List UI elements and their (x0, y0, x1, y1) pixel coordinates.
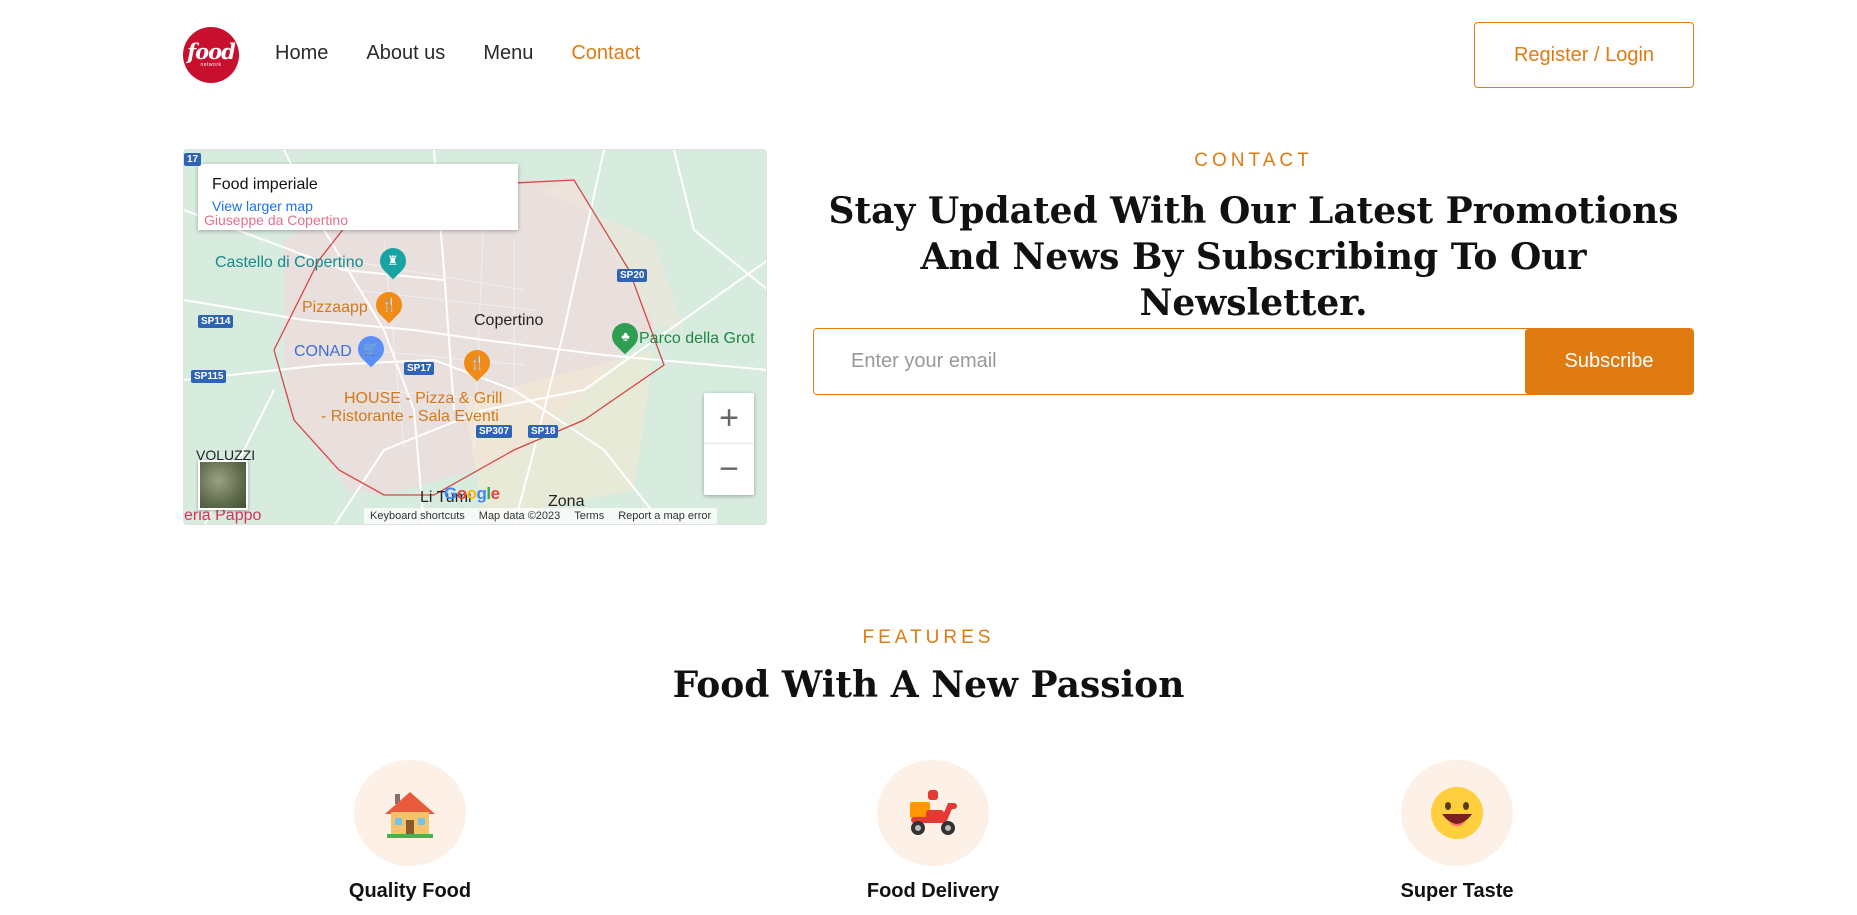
satellite-toggle[interactable] (198, 460, 248, 510)
map-place-name: Food imperiale (212, 176, 318, 193)
top-nav: food network Home About us Menu Contact … (0, 0, 1857, 110)
contact-heading: Stay Updated With Our Latest Promotions … (828, 190, 1679, 324)
register-login-button[interactable]: Register / Login (1474, 22, 1694, 88)
nav-links: Home About us Menu Contact (275, 42, 640, 65)
road-sp115: SP115 (191, 370, 227, 383)
map-data-text: Map data ©2023 (478, 510, 561, 522)
road-17: 17 (184, 153, 202, 166)
features-heading: Food With A New Passion (672, 664, 1185, 706)
nav-contact[interactable]: Contact (571, 42, 640, 65)
zoom-in-button[interactable]: + (704, 393, 754, 444)
subscribe-button[interactable]: Subscribe (1525, 329, 1693, 394)
road-sp18: SP18 (528, 425, 559, 438)
zoom-out-button[interactable]: − (704, 444, 754, 495)
feature-title: Super Taste (1400, 880, 1514, 902)
feature-quality-food: Quality Food (300, 760, 520, 903)
smile-icon (1431, 787, 1483, 839)
feature-circle (1401, 760, 1513, 866)
nav-about[interactable]: About us (366, 42, 445, 65)
newsletter-form: Subscribe (813, 328, 1694, 395)
road-sp20: SP20 (617, 269, 648, 282)
contact-eyebrow: CONTACT (1194, 150, 1313, 171)
features-eyebrow: FEATURES (862, 627, 995, 648)
map-label-house-2: - Ristorante - Sala Eventi (321, 408, 499, 425)
google-logo: Google (444, 484, 500, 503)
map-attribution: Keyboard shortcuts Map data ©2023 Terms … (364, 508, 718, 524)
scooter-icon (910, 790, 957, 835)
feature-food-delivery: Food Delivery (823, 760, 1043, 903)
email-input[interactable] (814, 329, 1525, 394)
map-label-castello: Castello di Copertino (215, 254, 364, 271)
report-map-error-link[interactable]: Report a map error (618, 510, 711, 524)
nav-home[interactable]: Home (275, 42, 328, 65)
map-label-top-cut: Giuseppe da Copertino (204, 212, 348, 228)
feature-circle (877, 760, 989, 866)
house-icon (385, 792, 435, 838)
feature-title: Food Delivery (866, 880, 1000, 902)
feature-super-taste: Super Taste (1347, 760, 1567, 903)
road-sp17: SP17 (404, 362, 435, 375)
nav-menu[interactable]: Menu (483, 42, 533, 65)
feature-circle (354, 760, 466, 866)
food-network-logo[interactable]: food network (183, 27, 239, 83)
terms-link[interactable]: Terms (574, 510, 604, 524)
keyboard-shortcuts-link[interactable]: Keyboard shortcuts (370, 510, 465, 524)
logo-sub: network (200, 62, 222, 68)
logo-word: food (187, 39, 236, 64)
map-label-copertino: Copertino (474, 312, 544, 329)
road-sp307: SP307 (476, 425, 513, 438)
road-sp114: SP114 (198, 315, 234, 328)
feature-title: Quality Food (348, 880, 472, 902)
map-label-conad: CONAD (294, 343, 352, 360)
map-label-parco: Parco della Grot (639, 330, 755, 347)
map-label-pizzaapp: Pizzaapp (302, 299, 368, 316)
map-zoom-controls: + − (704, 393, 754, 495)
map-label-house-1: HOUSE - Pizza & Grill (344, 390, 503, 407)
embedded-map[interactable]: Food imperiale View larger map Giuseppe … (183, 149, 767, 525)
